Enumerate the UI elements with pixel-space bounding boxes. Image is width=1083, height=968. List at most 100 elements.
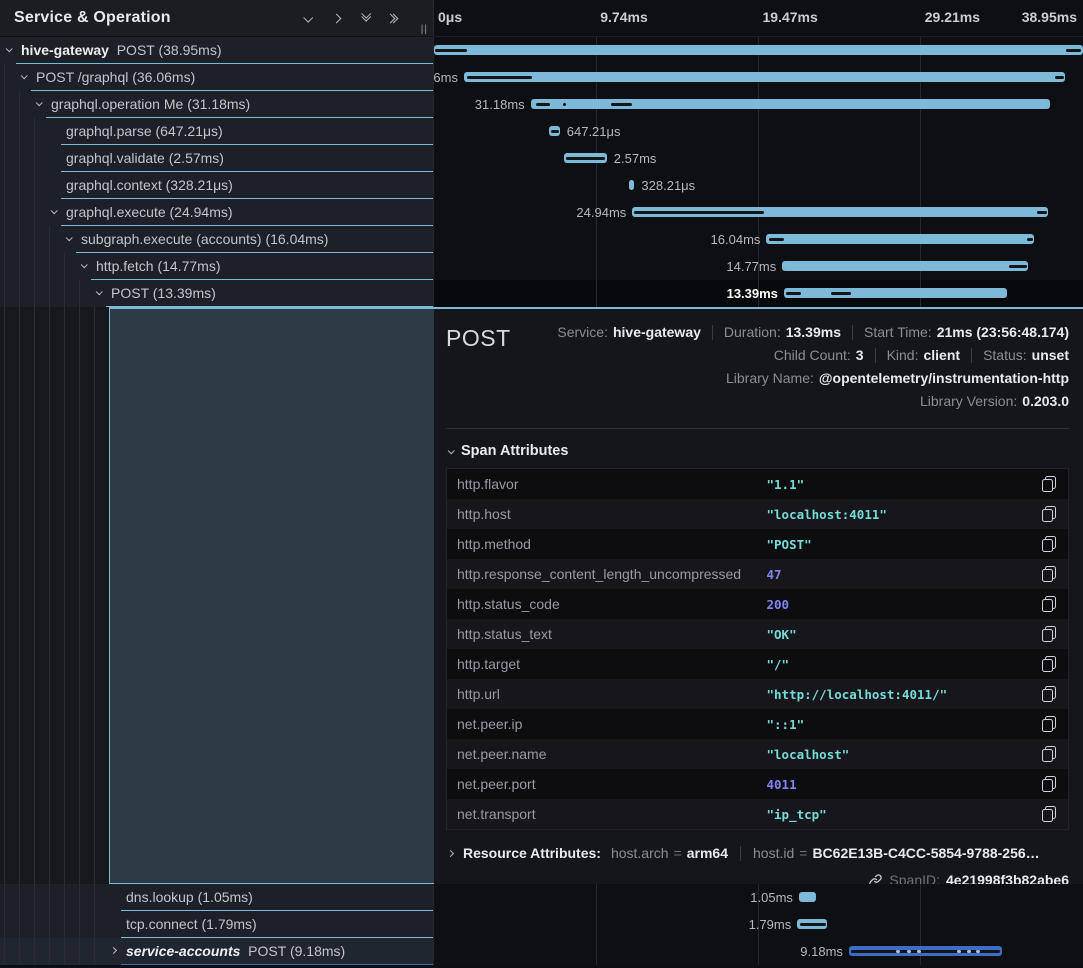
copy-icon[interactable] (1042, 506, 1056, 522)
chevron-down-icon[interactable] (81, 261, 88, 268)
copy-icon[interactable] (1042, 476, 1056, 492)
span-name-cell[interactable]: http.fetch (14.77ms) (0, 253, 434, 280)
span-duration-label: 24.94ms (576, 199, 626, 226)
span-duration-bar[interactable] (629, 180, 634, 190)
copy-icon[interactable] (1042, 656, 1056, 672)
span-name-cell[interactable]: service-accounts POST (9.18ms) (0, 938, 434, 965)
span-name-cell[interactable]: subgraph.execute (accounts) (16.04ms) (0, 226, 434, 253)
span-name-cell[interactable]: graphql.parse (647.21μs) (0, 118, 434, 145)
span-name-cell[interactable]: graphql.validate (2.57ms) (0, 145, 434, 172)
span-timeline-cell[interactable]: 24.94ms (434, 199, 1083, 226)
span-timeline-cell[interactable]: 36.06ms (434, 64, 1083, 91)
resource-attributes-items: host.arch=arm64host.id=BC62E13B-C4CC-585… (611, 845, 1040, 861)
span-duration-bar[interactable] (464, 72, 1065, 82)
span-name-cell[interactable]: POST /graphql (36.06ms) (0, 64, 434, 91)
span-duration-bar[interactable] (564, 153, 607, 163)
span-timeline-cell[interactable]: 1.05ms (434, 884, 1083, 911)
span-timeline-cell[interactable]: 9.18ms (434, 938, 1083, 965)
collapse-one-level-button[interactable] (304, 15, 311, 22)
copy-icon[interactable] (1042, 716, 1056, 732)
copy-icon[interactable] (1042, 686, 1056, 702)
copy-icon[interactable] (1042, 806, 1056, 822)
copy-icon[interactable] (1042, 566, 1056, 582)
span-name-cell[interactable]: tcp.connect (1.79ms) (0, 911, 434, 938)
span-name: hive-gateway POST (38.95ms) (21, 37, 222, 63)
indent-guide (49, 884, 50, 911)
expand-one-level-button[interactable] (333, 15, 340, 22)
chevron-down-icon[interactable] (51, 207, 58, 214)
span-duration-bar[interactable] (434, 45, 1083, 55)
span-timeline-cell[interactable]: 31.18ms (434, 91, 1083, 118)
span-duration-label: 36.06ms (434, 64, 458, 91)
child-span-mark (786, 292, 800, 295)
attribute-key: net.peer.ip (457, 716, 767, 732)
span-id-value[interactable]: 4e21998f3b82abe6 (946, 872, 1069, 884)
span-duration-bar[interactable] (766, 234, 1033, 244)
span-duration-label: 14.77ms (726, 253, 776, 280)
indent-guide (19, 91, 20, 118)
span-duration-bar[interactable] (799, 892, 816, 902)
child-span-mark (769, 238, 784, 241)
child-span-mark (800, 923, 826, 926)
span-name: dns.lookup (1.05ms) (126, 884, 253, 910)
attribute-value: "::1" (767, 717, 1043, 732)
chevron-down-icon[interactable] (36, 99, 43, 106)
span-duration-bar[interactable] (849, 946, 1002, 956)
panel-resize-grip[interactable]: || (421, 24, 428, 35)
span-timeline-cell[interactable]: 16.04ms (434, 226, 1083, 253)
child-span-mark (896, 950, 900, 953)
span-name: graphql.operation Me (31.18ms) (51, 91, 250, 117)
attribute-row: http.response_content_length_uncompresse… (447, 559, 1068, 589)
detail-overview: Service:hive-gatewayDuration:13.39msStar… (511, 321, 1069, 412)
span-duration-label: 2.57ms (614, 145, 657, 172)
span-duration-bar[interactable] (797, 919, 827, 929)
span-name-cell[interactable]: graphql.execute (24.94ms) (0, 199, 434, 226)
chevron-down-icon[interactable] (21, 72, 28, 79)
copy-icon[interactable] (1042, 626, 1056, 642)
span-timeline-cell[interactable]: 647.21μs (434, 118, 1083, 145)
indent-guide (34, 199, 35, 226)
span-timeline-cell[interactable]: 14.77ms (434, 253, 1083, 280)
span-duration-bar[interactable] (782, 261, 1028, 271)
indent-guide (4, 280, 5, 307)
span-duration-bar[interactable] (632, 207, 1048, 217)
chevron-down-icon[interactable] (96, 288, 103, 295)
span-timeline-cell[interactable]: 1.79ms (434, 911, 1083, 938)
child-span-mark (1009, 265, 1027, 268)
span-timeline-cell[interactable]: 2.57ms (434, 145, 1083, 172)
collapse-all-button[interactable] (362, 15, 369, 21)
copy-icon[interactable] (1042, 746, 1056, 762)
indent-guide (34, 172, 35, 199)
copy-icon[interactable] (1042, 596, 1056, 612)
indent-guide (34, 307, 35, 884)
span-attributes-header[interactable]: Span Attributes (448, 443, 1069, 459)
indent-guide (94, 911, 95, 938)
span-name-cell[interactable]: hive-gateway POST (38.95ms) (0, 37, 434, 64)
copy-icon[interactable] (1042, 776, 1056, 792)
expand-all-button[interactable] (391, 15, 397, 22)
span-color-underline (106, 306, 433, 307)
chevron-down-icon[interactable] (66, 234, 73, 241)
resource-attributes-row[interactable]: Resource Attributes: host.arch=arm64host… (448, 845, 1069, 861)
span-timeline-cell[interactable]: 38.95ms (434, 37, 1083, 64)
span-timeline-cell[interactable]: 13.39ms (434, 280, 1083, 307)
span-attributes-title: Span Attributes (461, 443, 568, 459)
chevron-right-icon[interactable] (110, 947, 117, 954)
chevron-down-icon[interactable] (6, 45, 13, 52)
selected-span-block[interactable] (109, 307, 434, 884)
span-timeline-cell[interactable]: 328.21μs (434, 172, 1083, 199)
span-name: http.fetch (14.77ms) (96, 253, 221, 279)
chevron-right-icon (332, 13, 342, 23)
span-duration-bar[interactable] (531, 99, 1051, 109)
field-label: Service: (557, 324, 608, 340)
copy-icon[interactable] (1042, 536, 1056, 552)
span-name-cell[interactable]: graphql.context (328.21μs) (0, 172, 434, 199)
span-duration-bar[interactable] (549, 126, 560, 136)
span-name-cell[interactable]: graphql.operation Me (31.18ms) (0, 91, 434, 118)
span-name-cell[interactable]: POST (13.39ms) (0, 280, 434, 307)
span-name-cell[interactable]: dns.lookup (1.05ms) (0, 884, 434, 911)
span-duration-bar[interactable] (784, 288, 1007, 298)
span-duration-label: 1.05ms (750, 884, 793, 911)
attribute-key: http.host (457, 506, 767, 522)
field-value: unset (1032, 347, 1069, 363)
